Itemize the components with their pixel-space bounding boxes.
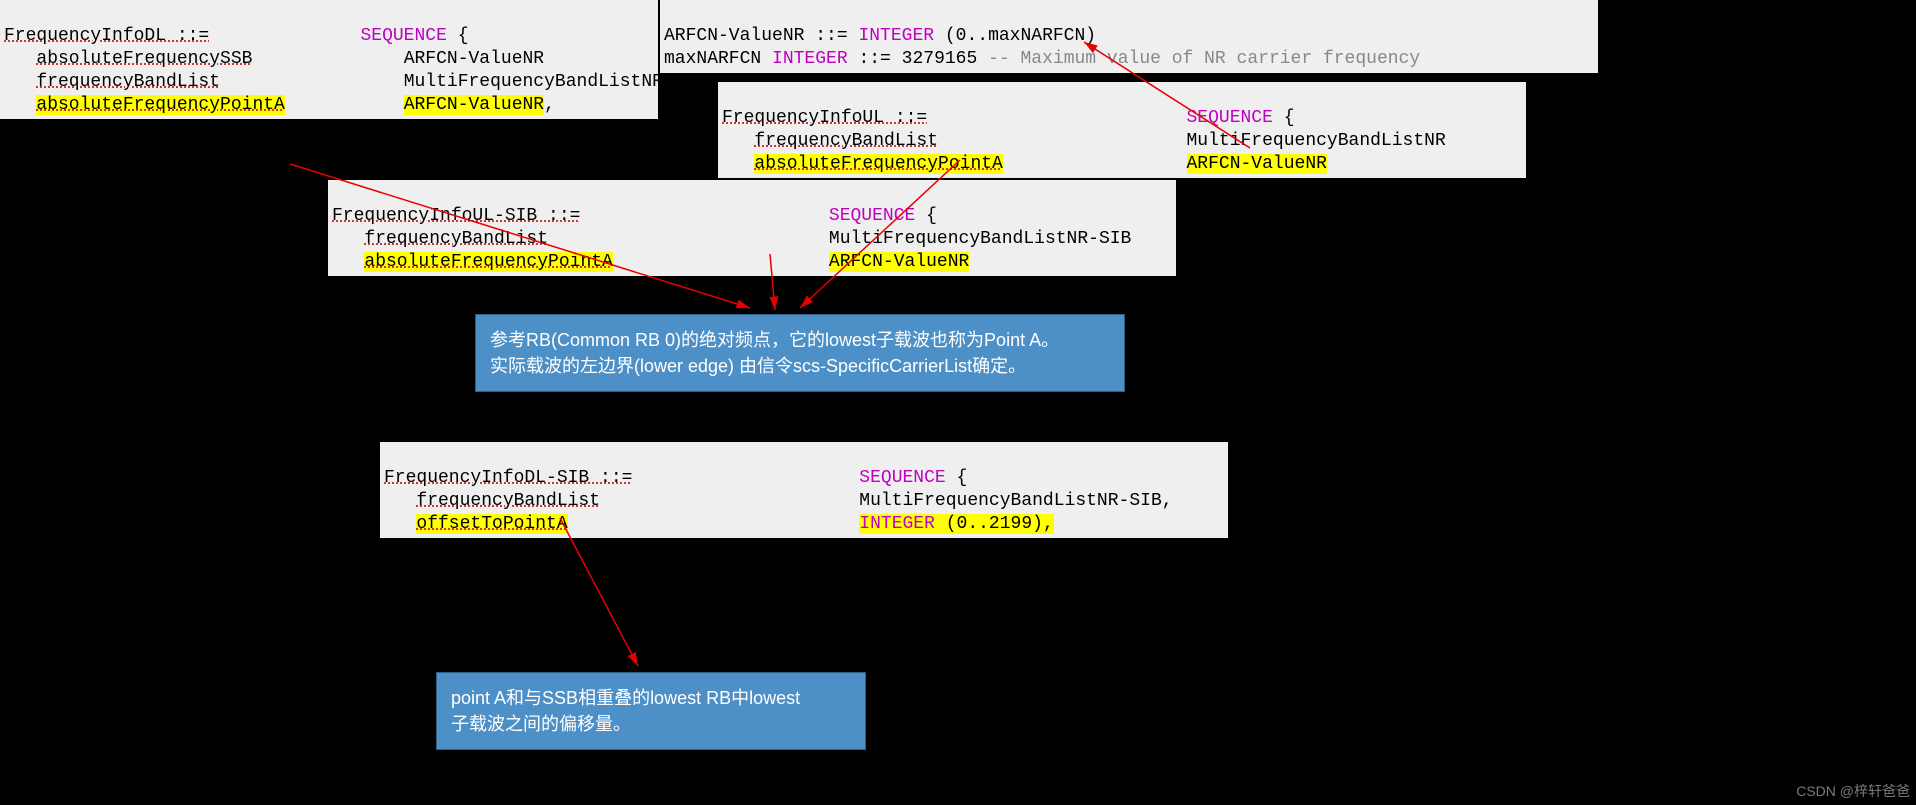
ul-r1: frequencyBandList MultiFrequencyBandList…: [722, 131, 1446, 151]
code-freqinfo-ul-sib: FrequencyInfoUL-SIB ::= SEQUENCE { frequ…: [328, 180, 1176, 276]
ul-r2: absoluteFrequencyPointA ARFCN-ValueNR: [722, 154, 1327, 174]
note-offset: point A和与SSB相重叠的lowest RB中lowest 子载波之间的偏…: [436, 672, 866, 750]
note-point-a: 参考RB(Common RB 0)的绝对频点，它的lowest子载波也称为Poi…: [475, 314, 1125, 392]
ulsib-r1: frequencyBandList MultiFrequencyBandList…: [332, 229, 1131, 249]
dl-r2: frequencyBandList MultiFrequencyBandList…: [4, 72, 674, 92]
dl-r1: absoluteFrequencySSB ARFCN-ValueNR: [4, 49, 544, 69]
note1-l1: 参考RB(Common RB 0)的绝对频点，它的lowest子载波也称为Poi…: [490, 327, 1110, 353]
dlsib-hdr: FrequencyInfoDL-SIB ::= SEQUENCE {: [384, 468, 967, 488]
note1-l2: 实际载波的左边界(lower edge) 由信令scs-SpecificCarr…: [490, 353, 1110, 379]
ul-hdr: FrequencyInfoUL ::= SEQUENCE {: [722, 108, 1295, 128]
t2: maxNARFCN INTEGER ::= 3279165 -- Maximum…: [664, 49, 1420, 69]
code-freqinfo-ul: FrequencyInfoUL ::= SEQUENCE { frequency…: [718, 82, 1526, 178]
dlsib-r1: frequencyBandList MultiFrequencyBandList…: [384, 491, 1173, 511]
dl-hdr: FrequencyInfoDL ::= SEQUENCE {: [4, 26, 469, 46]
ulsib-r2: absoluteFrequencyPointA ARFCN-ValueNR: [332, 252, 969, 272]
t1: ARFCN-ValueNR ::= INTEGER (0..maxNARFCN): [664, 26, 1096, 46]
note2-l2: 子载波之间的偏移量。: [451, 711, 851, 737]
ulsib-hdr: FrequencyInfoUL-SIB ::= SEQUENCE {: [332, 206, 937, 226]
note2-l1: point A和与SSB相重叠的lowest RB中lowest: [451, 685, 851, 711]
code-arfcn-def: ARFCN-ValueNR ::= INTEGER (0..maxNARFCN)…: [660, 0, 1598, 73]
code-freqinfo-dl: FrequencyInfoDL ::= SEQUENCE { absoluteF…: [0, 0, 658, 119]
code-freqinfo-dl-sib: FrequencyInfoDL-SIB ::= SEQUENCE { frequ…: [380, 442, 1228, 538]
dl-r3: absoluteFrequencyPointA ARFCN-ValueNR,: [4, 95, 555, 115]
watermark: CSDN @梓轩爸爸: [1796, 781, 1910, 801]
dlsib-r2: offsetToPointA INTEGER (0..2199),: [384, 514, 1054, 534]
